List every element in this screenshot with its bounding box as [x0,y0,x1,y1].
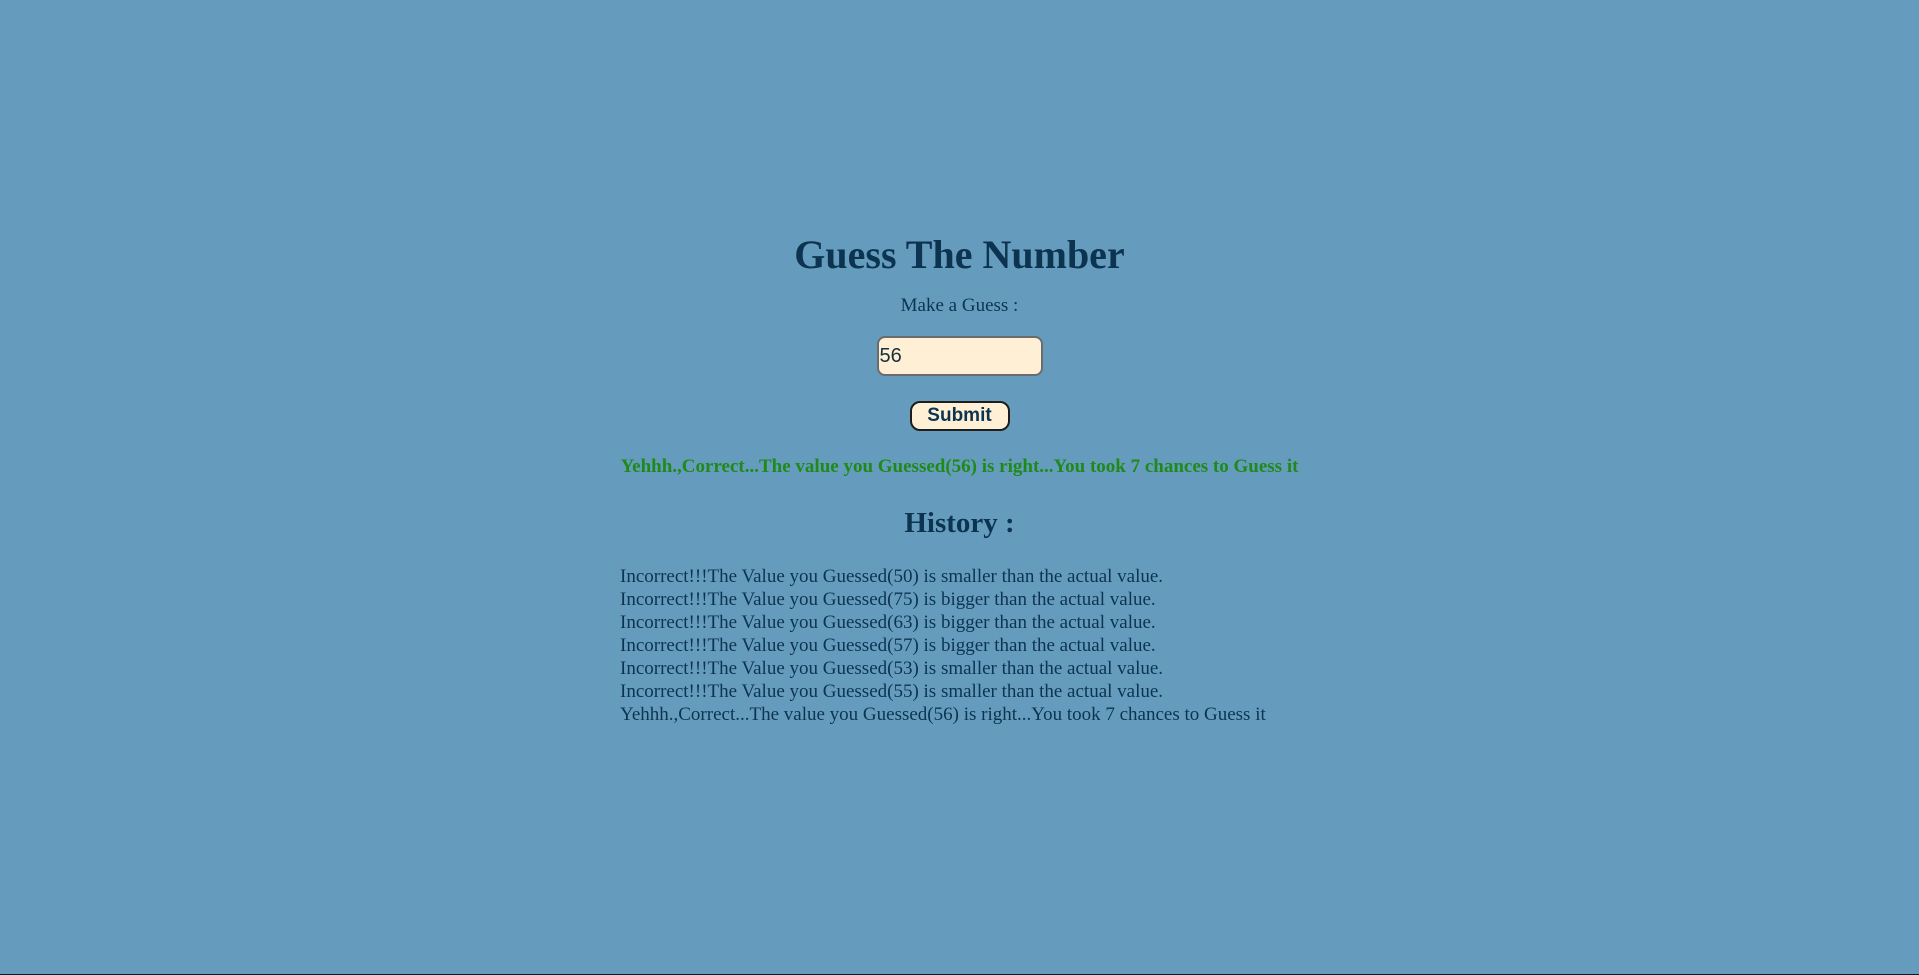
history-item: Incorrect!!!The Value you Guessed(75) is… [620,589,1156,610]
result-message: Yehhh.,Correct...The value you Guessed(5… [620,456,1299,477]
guess-input[interactable] [876,336,1043,376]
history-item: Incorrect!!!The Value you Guessed(50) is… [620,566,1164,587]
history-item: Incorrect!!!The Value you Guessed(53) is… [620,658,1164,679]
history-title: History : [904,507,1015,539]
history-item: Incorrect!!!The Value you Guessed(55) is… [620,681,1164,702]
history-item: Yehhh.,Correct...The value you Guessed(5… [620,704,1266,725]
guess-game-container: Guess The Number Make a Guess : Submit Y… [0,231,1919,726]
page-title: Guess The Number [794,232,1125,277]
history-list: Incorrect!!!The Value you Guessed(50) is… [620,565,1919,726]
history-item: Incorrect!!!The Value you Guessed(57) is… [620,635,1156,656]
submit-button[interactable]: Submit [909,401,1010,431]
guess-prompt-label: Make a Guess : [900,295,1019,316]
history-item: Incorrect!!!The Value you Guessed(63) is… [620,612,1156,633]
